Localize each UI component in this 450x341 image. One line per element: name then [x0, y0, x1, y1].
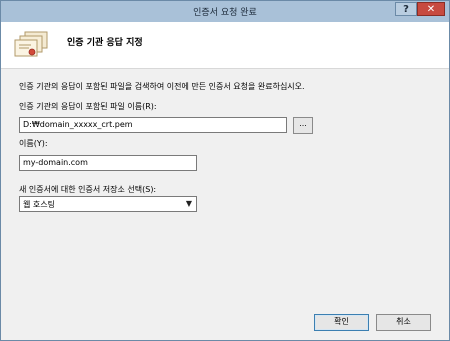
browse-button[interactable]: ...: [293, 117, 313, 134]
certificate-request-dialog: 인증서 요청 완료 ? ✕ 인증 기관 응답 지정 인증 기관의 응답이 포함된…: [0, 0, 450, 341]
chevron-down-icon: ▼: [185, 199, 192, 208]
name-label: 이름(Y):: [19, 139, 48, 148]
certificate-icon: [14, 31, 48, 57]
file-name-label: 인증 기관의 응답이 포함된 파일 이름(R):: [19, 102, 157, 111]
help-button[interactable]: ?: [395, 2, 417, 16]
select-value: 웹 호스팅: [23, 200, 55, 209]
title-bar: 인증서 요청 완료 ? ✕: [1, 1, 449, 22]
window-title: 인증서 요청 완료: [193, 8, 257, 18]
certificate-store-select[interactable]: 웹 호스팅 ▼: [19, 196, 197, 212]
instruction-text: 인증 기관의 응답이 포함된 파일을 검색하여 이전에 만든 인증서 요청을 완…: [19, 82, 305, 91]
cancel-button[interactable]: 취소: [376, 314, 431, 331]
friendly-name-input[interactable]: my-domain.com: [19, 155, 197, 171]
dialog-header: 인증 기관 응답 지정: [1, 22, 449, 69]
close-button[interactable]: ✕: [417, 2, 445, 16]
store-label: 새 인증서에 대한 인증서 저장소 선택(S):: [19, 185, 157, 194]
ok-button[interactable]: 확인: [314, 314, 369, 331]
header-title: 인증 기관 응답 지정: [67, 38, 143, 48]
file-name-input[interactable]: D:₩domain_xxxxx_crt.pem: [19, 117, 287, 133]
